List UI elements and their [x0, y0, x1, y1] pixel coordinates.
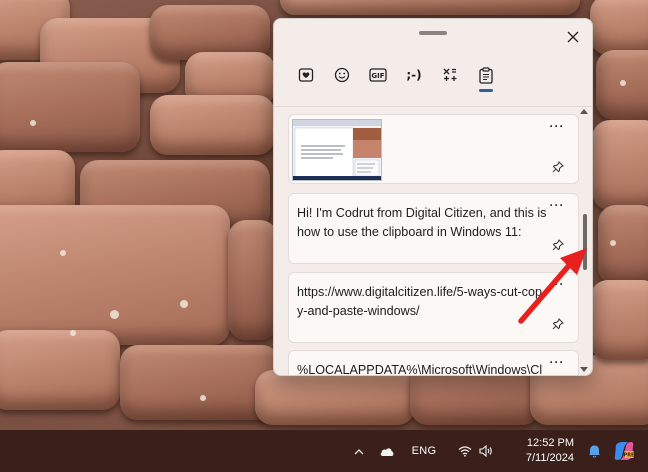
pin-button[interactable]: [548, 235, 568, 255]
pin-button[interactable]: [548, 157, 568, 177]
clipboard-item-text[interactable]: https://www.digitalcitizen.life/5-ways-c…: [288, 272, 579, 343]
clock-button[interactable]: 12:52 PM 7/11/2024: [508, 433, 578, 469]
clipboard-item-image[interactable]: ···: [288, 114, 579, 184]
panel-tabs: GIF ;-): [288, 59, 504, 92]
clipboard-history-panel: GIF ;-) ··· Hi! I'm Codrut from Digital …: [273, 18, 593, 376]
cloud-icon: [380, 447, 394, 456]
heart-icon: [298, 68, 314, 82]
drag-handle[interactable]: [419, 31, 447, 35]
kaomoji-label: ;-): [406, 68, 422, 82]
more-options-button[interactable]: ···: [546, 119, 568, 137]
tab-kaomoji[interactable]: ;-): [396, 59, 432, 91]
tabs-divider: [274, 106, 592, 107]
pin-button[interactable]: [548, 314, 568, 334]
chevron-up-icon: [354, 448, 364, 454]
clock-time: 12:52 PM: [526, 437, 574, 449]
pin-icon: [552, 318, 564, 330]
scroll-up-arrow-icon[interactable]: [579, 107, 589, 117]
scroll-down-arrow-icon[interactable]: [579, 364, 589, 374]
copilot-button[interactable]: PRE: [610, 433, 638, 469]
svg-text:PRE: PRE: [624, 453, 635, 459]
clipboard-item-text[interactable]: %LOCALAPPDATA%\Microsoft\Windows\Cl ···: [288, 350, 579, 376]
clipboard-item-content: %LOCALAPPDATA%\Microsoft\Windows\Cl: [297, 363, 543, 376]
pin-icon: [552, 161, 564, 173]
volume-icon: [479, 445, 492, 457]
notifications-button[interactable]: [582, 433, 606, 469]
wifi-icon: [458, 446, 472, 457]
clipboard-icon: [479, 66, 493, 84]
copilot-icon: PRE: [614, 442, 635, 460]
input-language-indicator[interactable]: ENG: [404, 433, 444, 469]
tab-clipboard[interactable]: [468, 59, 504, 92]
clipboard-item-text[interactable]: Hi! I'm Codrut from Digital Citizen, and…: [288, 193, 579, 264]
close-icon: [567, 31, 579, 43]
scrollbar-thumb[interactable]: [583, 214, 587, 270]
clipboard-item-list: ··· Hi! I'm Codrut from Digital Citizen,…: [288, 114, 579, 376]
more-options-button[interactable]: ···: [546, 198, 568, 216]
tab-emoji[interactable]: [324, 59, 360, 91]
smiley-icon: [334, 67, 350, 83]
tab-symbols[interactable]: [432, 59, 468, 91]
tab-favorites[interactable]: [288, 59, 324, 91]
gif-icon: GIF: [369, 68, 387, 82]
taskbar: ENG 12:52 PM 7/11/2024 PRE: [0, 430, 648, 472]
clipboard-item-content: https://www.digitalcitizen.life/5-ways-c…: [297, 285, 542, 318]
more-options-button[interactable]: ···: [546, 277, 568, 295]
screenshot-thumbnail: [292, 119, 382, 181]
show-hidden-icons-button[interactable]: [348, 433, 370, 469]
close-button[interactable]: [562, 26, 584, 48]
tab-gif[interactable]: GIF: [360, 59, 396, 91]
pin-icon: [552, 239, 564, 251]
onedrive-button[interactable]: [374, 433, 400, 469]
symbols-icon: [443, 68, 457, 81]
quick-settings-button[interactable]: [448, 433, 504, 469]
clipboard-item-content: Hi! I'm Codrut from Digital Citizen, and…: [297, 206, 547, 239]
svg-text:GIF: GIF: [371, 72, 384, 80]
more-options-button[interactable]: ···: [546, 355, 568, 373]
bell-icon: [588, 445, 600, 458]
clock-date: 7/11/2024: [525, 452, 574, 464]
